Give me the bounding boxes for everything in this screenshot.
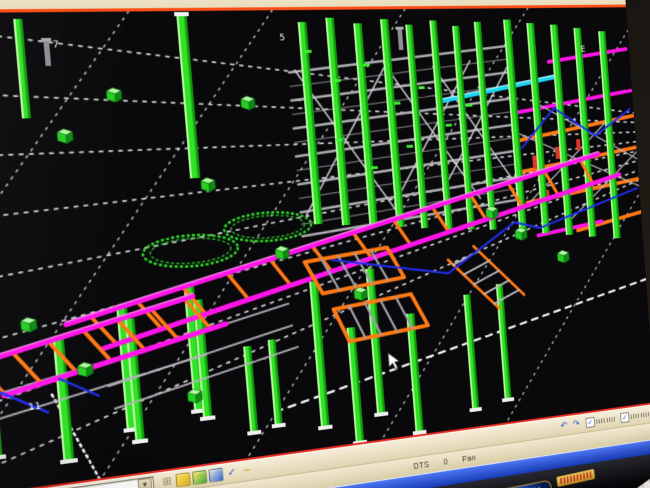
status-snap-label: DTS — [413, 460, 429, 471]
snap-midpoint-icon[interactable] — [208, 468, 223, 483]
snap-intersection-icon[interactable]: ✓ — [225, 465, 239, 479]
model-viewport[interactable]: 375E11 — [0, 5, 650, 488]
checkbox-icon[interactable]: ✓ — [585, 417, 595, 428]
checkbox-label — [631, 412, 650, 419]
redo-icon[interactable]: ↷ — [571, 418, 582, 430]
status-mode: Pan — [462, 453, 476, 463]
status-value: 0 — [443, 457, 448, 466]
monitor-photo: ▱▭//⊠▭○△✕⌐Σz✓↗⌐—~/↙‖▮ 375E11 standard ▼ … — [0, 0, 650, 488]
grid-label: 5 — [279, 33, 286, 44]
gold-sticker — [556, 469, 595, 487]
grid-label: E — [580, 45, 585, 55]
undo-icon[interactable]: ↶ — [558, 420, 570, 432]
splendid-sticker: Splendid — [500, 480, 552, 488]
snap-depth-checkbox[interactable]: ✓ — [620, 409, 650, 423]
snap-endpoint-icon[interactable] — [192, 470, 208, 485]
checkbox-label — [596, 417, 616, 424]
snap-free-icon[interactable]: ~ — [240, 463, 254, 477]
snap-plane-checkbox[interactable]: ✓ — [585, 414, 616, 428]
3d-model-scene: 375E11 — [0, 7, 650, 488]
mouse-cursor — [388, 352, 400, 370]
checkbox-icon[interactable]: ✓ — [620, 412, 629, 423]
chevron-down-icon[interactable]: ▼ — [138, 478, 153, 488]
grid-label: 7 — [52, 39, 59, 50]
monitor-screen: ▱▭//⊠▭○△✕⌐Σz✓↗⌐—~/↙‖▮ 375E11 standard ▼ … — [0, 0, 650, 488]
grid-label: 11 — [28, 401, 42, 414]
snap-grid-icon[interactable]: ⊞ — [160, 474, 175, 488]
snap-reference-icon[interactable] — [175, 472, 191, 487]
